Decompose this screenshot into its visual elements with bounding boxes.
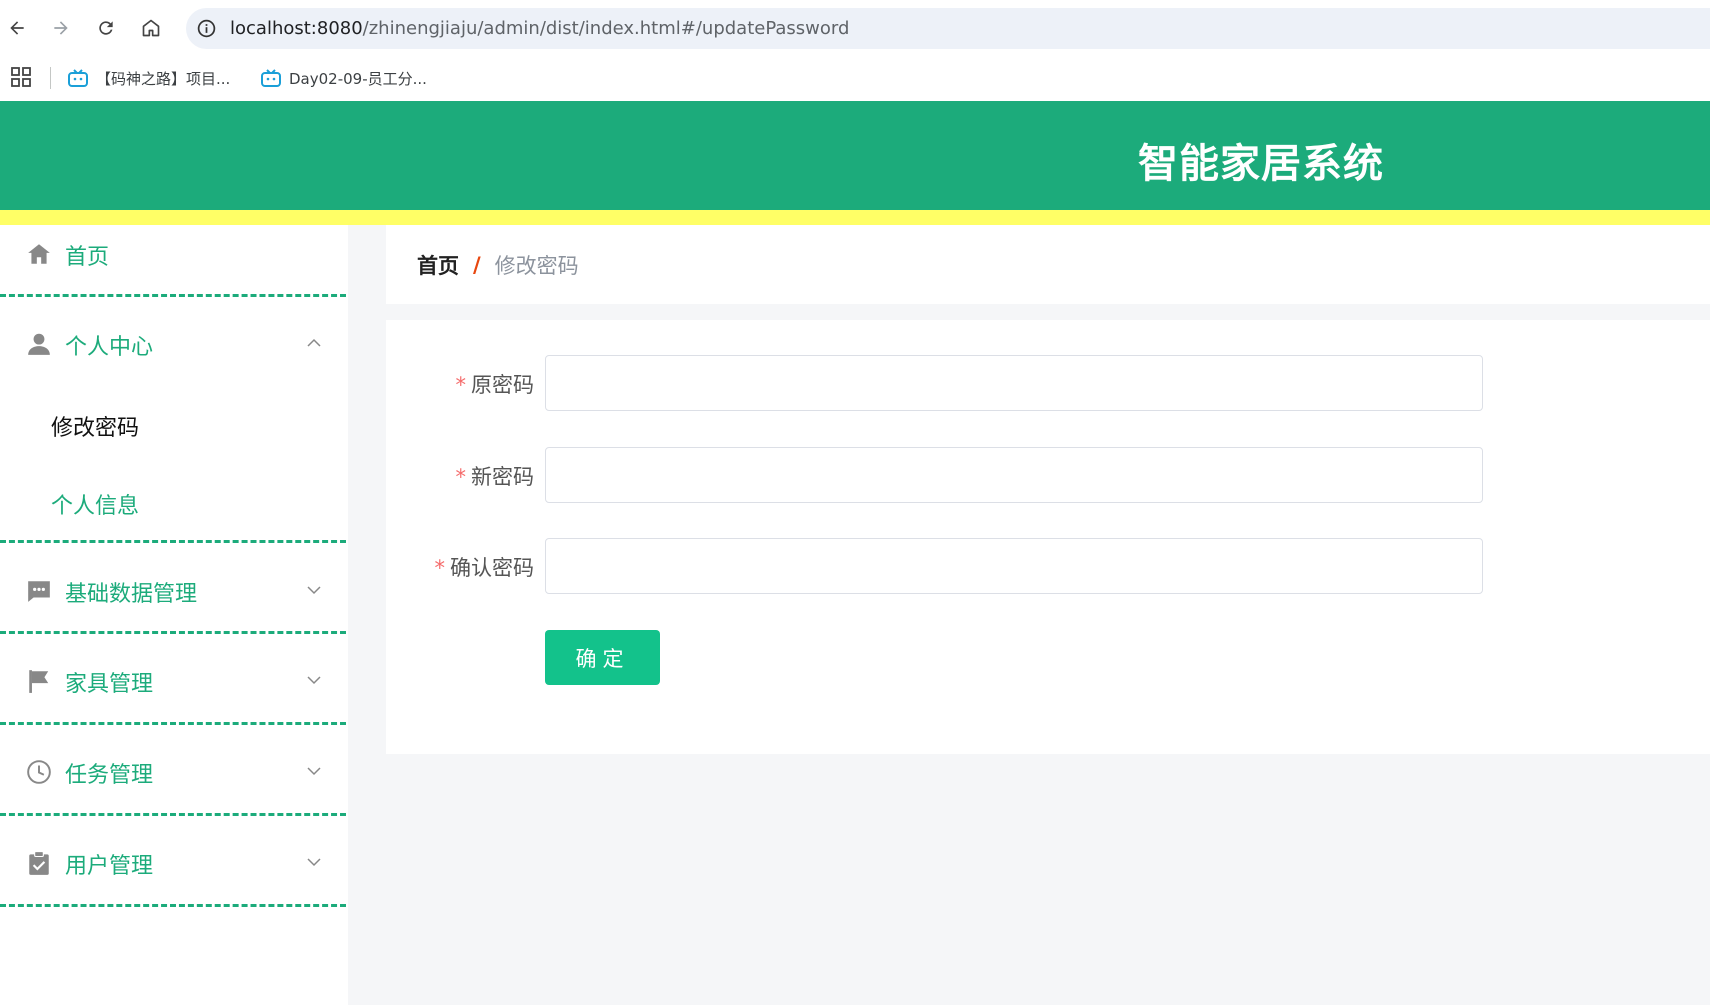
sidebar-item-label: 家具管理 <box>65 672 154 697</box>
menu-divider <box>0 540 346 543</box>
clipboard-check-icon <box>29 851 49 875</box>
breadcrumb-separator: / <box>473 253 481 277</box>
sidebar-item-tasks[interactable]: 任务管理 <box>0 757 346 788</box>
confirm-button[interactable]: 确定 <box>545 630 660 685</box>
sidebar-item-label: 用户管理 <box>65 854 154 879</box>
bookmarks-divider <box>50 67 51 89</box>
form-row-confirm-password: * 确认密码 <box>386 538 1710 595</box>
bookmark-item[interactable]: Day02-09-员工分... <box>261 65 427 91</box>
home-icon <box>28 244 50 264</box>
breadcrumb: 首页 / 修改密码 <box>417 250 579 280</box>
tv-icon <box>68 69 88 87</box>
chevron-up-icon <box>307 338 321 347</box>
confirm-password-label: * 确认密码 <box>334 552 535 582</box>
address-url[interactable]: localhost:8080/zhinengjiaju/admin/dist/i… <box>230 17 849 40</box>
sidebar: 首页 个人中心 修改密码 个人信息 基础数据管理 家具管理 任务管理 用户管理 <box>0 225 348 1005</box>
reload-icon <box>99 21 113 35</box>
bookmark-label: 【码神之路】项目... <box>96 69 231 88</box>
arrow-right-icon <box>54 21 68 35</box>
confirm-password-input[interactable] <box>545 538 1483 594</box>
breadcrumb-home[interactable]: 首页 <box>417 250 459 280</box>
new-password-input[interactable] <box>545 447 1483 503</box>
old-password-label: * 原密码 <box>334 369 535 399</box>
bookmark-item[interactable]: 【码神之路】项目... <box>68 65 230 91</box>
bookmarks-bar: 【码神之路】项目... Day02-09-员工分... <box>0 57 1710 101</box>
app-header: 智能家居系统 <box>0 101 1710 210</box>
url-path: /zhinengjiaju/admin/dist/index.html#/upd… <box>362 18 850 39</box>
form-row-new-password: * 新密码 <box>386 447 1710 504</box>
clock-icon <box>27 760 51 784</box>
chevron-down-icon <box>307 767 321 776</box>
sidebar-item-label: 首页 <box>65 245 110 270</box>
chevron-down-icon <box>307 586 321 595</box>
menu-divider <box>0 294 346 297</box>
browser-toolbar: localhost:8080/zhinengjiaju/admin/dist/i… <box>0 0 1710 57</box>
field-label-text: 新密码 <box>471 465 534 489</box>
required-marker: * <box>434 556 446 580</box>
menu-divider <box>0 631 346 634</box>
url-host: localhost:8080 <box>230 18 363 39</box>
flag-icon <box>29 670 49 693</box>
sidebar-item-furniture[interactable]: 家具管理 <box>0 666 346 697</box>
required-marker: * <box>455 373 467 397</box>
form-row-old-password: * 原密码 <box>386 355 1710 412</box>
sidebar-item-personal-center[interactable]: 个人中心 <box>0 329 346 360</box>
app-title: 智能家居系统 <box>1138 141 1384 187</box>
sidebar-item-label: 任务管理 <box>65 763 154 788</box>
arrow-left-icon <box>10 21 24 35</box>
change-password-form: * 原密码 * 新密码 * 确认密码 确定 <box>386 320 1710 754</box>
breadcrumb-current: 修改密码 <box>494 254 579 278</box>
sidebar-item-label: 个人中心 <box>65 335 154 360</box>
field-label-text: 原密码 <box>471 373 534 397</box>
sidebar-item-basic-data[interactable]: 基础数据管理 <box>0 576 346 607</box>
user-icon <box>28 333 50 355</box>
bookmark-label: Day02-09-员工分... <box>289 69 427 88</box>
old-password-input[interactable] <box>545 355 1483 411</box>
home-button[interactable] <box>136 13 166 43</box>
breadcrumb-card: 首页 / 修改密码 <box>386 225 1710 304</box>
sidebar-item-label: 基础数据管理 <box>65 582 198 607</box>
chevron-down-icon <box>307 858 321 867</box>
info-icon[interactable] <box>196 18 217 39</box>
new-password-label: * 新密码 <box>334 461 535 491</box>
sidebar-item-users[interactable]: 用户管理 <box>0 848 346 879</box>
menu-divider <box>0 813 346 816</box>
sidebar-subitem-change-password[interactable]: 修改密码 <box>51 410 139 442</box>
forward-button[interactable] <box>46 13 76 43</box>
message-icon <box>28 581 50 602</box>
reload-button[interactable] <box>91 13 121 43</box>
back-button[interactable] <box>2 13 32 43</box>
required-marker: * <box>455 465 467 489</box>
sidebar-subitem-personal-info[interactable]: 个人信息 <box>51 488 139 520</box>
chevron-down-icon <box>307 676 321 685</box>
address-bar[interactable]: localhost:8080/zhinengjiaju/admin/dist/i… <box>186 8 1710 49</box>
house-outline-icon <box>142 19 160 37</box>
apps-grid-icon[interactable] <box>11 67 31 87</box>
menu-divider <box>0 722 346 725</box>
field-label-text: 确认密码 <box>450 556 534 580</box>
menu-divider <box>0 904 346 907</box>
header-accent-strip <box>0 210 1710 225</box>
tv-icon <box>261 69 281 87</box>
sidebar-item-home[interactable]: 首页 <box>0 239 346 270</box>
